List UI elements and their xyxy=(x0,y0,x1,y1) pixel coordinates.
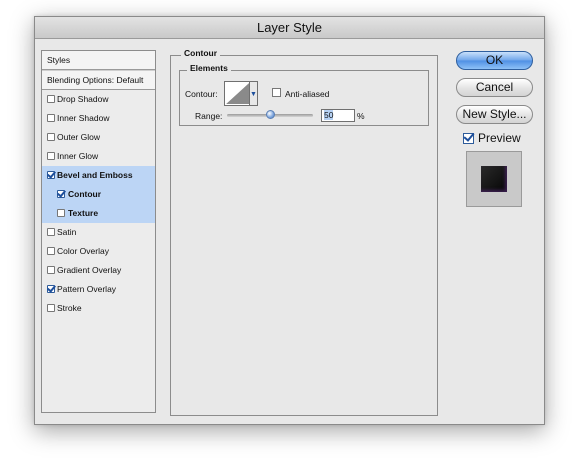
drop-shadow-checkbox[interactable] xyxy=(47,95,55,103)
style-item-label: Inner Glow xyxy=(57,151,99,161)
cancel-button[interactable]: Cancel xyxy=(456,78,533,97)
style-item-label: Color Overlay xyxy=(57,246,109,256)
range-value: 50 xyxy=(324,110,334,120)
range-slider-thumb[interactable] xyxy=(265,110,275,119)
style-item-color-overlay[interactable]: Color Overlay xyxy=(42,242,155,261)
preview-label: Preview xyxy=(478,131,521,145)
elements-group-title: Elements xyxy=(187,63,231,73)
style-item-drop-shadow[interactable]: Drop Shadow xyxy=(42,90,155,109)
style-item-label: Drop Shadow xyxy=(57,94,109,104)
style-item-stroke[interactable]: Stroke xyxy=(42,299,155,318)
inner-glow-checkbox[interactable] xyxy=(47,152,55,160)
style-item-label: Bevel and Emboss xyxy=(57,170,133,180)
linear-contour-icon xyxy=(226,83,249,104)
bevel-and-emboss-checkbox[interactable] xyxy=(47,171,55,179)
blending-options-item[interactable]: Blending Options: Default xyxy=(42,70,155,90)
gradient-overlay-checkbox[interactable] xyxy=(47,266,55,274)
style-item-inner-shadow[interactable]: Inner Shadow xyxy=(42,109,155,128)
outer-glow-checkbox[interactable] xyxy=(47,133,55,141)
stroke-checkbox[interactable] xyxy=(47,304,55,312)
anti-aliased-label: Anti-aliased xyxy=(285,89,330,99)
style-item-satin[interactable]: Satin xyxy=(42,223,155,242)
texture-checkbox[interactable] xyxy=(57,209,65,217)
style-item-label: Inner Shadow xyxy=(57,113,110,123)
style-item-label: Gradient Overlay xyxy=(57,265,122,275)
style-preview-swatch xyxy=(481,166,507,192)
style-item-label: Pattern Overlay xyxy=(57,284,117,294)
contour-dropdown-arrow[interactable]: ▼ xyxy=(249,81,258,106)
style-item-label: Texture xyxy=(68,208,99,218)
style-item-outer-glow[interactable]: Outer Glow xyxy=(42,128,155,147)
new-style-button[interactable]: New Style... xyxy=(456,105,533,124)
style-item-label: Stroke xyxy=(57,303,82,313)
satin-checkbox[interactable] xyxy=(47,228,55,236)
style-item-contour[interactable]: Contour xyxy=(42,185,155,204)
style-item-pattern-overlay[interactable]: Pattern Overlay xyxy=(42,280,155,299)
range-input[interactable]: 50 xyxy=(321,109,355,122)
style-item-bevel-and-emboss[interactable]: Bevel and Emboss xyxy=(42,166,155,185)
range-unit: % xyxy=(357,111,365,121)
contour-group-title: Contour xyxy=(181,48,221,58)
style-item-inner-glow[interactable]: Inner Glow xyxy=(42,147,155,166)
color-overlay-checkbox[interactable] xyxy=(47,247,55,255)
style-item-label: Satin xyxy=(57,227,77,237)
styles-header[interactable]: Styles xyxy=(42,51,155,70)
style-preview-frame xyxy=(466,151,522,207)
style-item-gradient-overlay[interactable]: Gradient Overlay xyxy=(42,261,155,280)
style-item-label: Outer Glow xyxy=(57,132,100,142)
inner-shadow-checkbox[interactable] xyxy=(47,114,55,122)
styles-list: Styles Blending Options: Default Drop Sh… xyxy=(41,50,156,413)
layer-style-dialog: Layer Style Styles Blending Options: Def… xyxy=(34,16,545,425)
dialog-title: Layer Style xyxy=(35,17,544,39)
range-label: Range: xyxy=(195,111,223,121)
contour-label: Contour: xyxy=(185,89,218,99)
style-item-texture[interactable]: Texture xyxy=(42,204,155,223)
preview-checkbox[interactable] xyxy=(463,133,474,144)
ok-button[interactable]: OK xyxy=(456,51,533,70)
style-item-label: Contour xyxy=(68,189,102,199)
contour-checkbox[interactable] xyxy=(57,190,65,198)
anti-aliased-checkbox[interactable] xyxy=(272,88,281,97)
pattern-overlay-checkbox[interactable] xyxy=(47,285,55,293)
